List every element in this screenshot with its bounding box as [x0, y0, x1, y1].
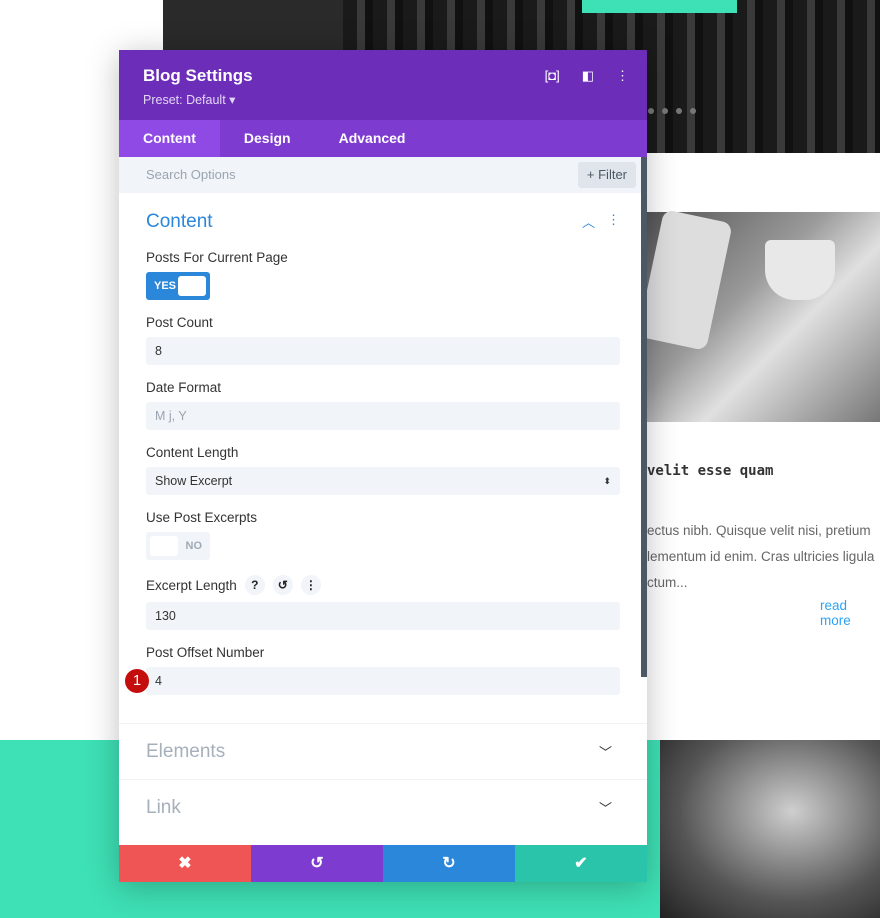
- field-label: Content Length: [146, 445, 239, 460]
- content-section: Content ︿ ⋮ Posts For Current Page YES Po…: [119, 193, 647, 695]
- hero-image-dark: [163, 0, 343, 50]
- tab-design[interactable]: Design: [220, 120, 315, 157]
- section-title[interactable]: Content: [146, 211, 213, 233]
- chevron-down-icon: ﹀: [598, 801, 612, 816]
- post-count-input[interactable]: 8: [146, 337, 620, 365]
- slider-dots[interactable]: [648, 108, 696, 114]
- tab-content[interactable]: Content: [119, 120, 220, 157]
- section-elements[interactable]: Elements ﹀: [119, 723, 647, 779]
- field-label: Excerpt Length: [146, 577, 237, 593]
- more-vertical-icon[interactable]: ⋮: [607, 212, 620, 231]
- date-format-input[interactable]: M j, Y: [146, 402, 620, 430]
- field-label: Posts For Current Page: [146, 250, 288, 265]
- field-label: Post Offset Number: [146, 645, 265, 660]
- hero-button[interactable]: [582, 0, 737, 13]
- field-label-row: Excerpt Length? ↺ ⋮: [146, 575, 620, 595]
- settings-panel: Blog Settings Preset: Default ▾ [◘] ◧ ⋮ …: [119, 50, 647, 882]
- cancel-button[interactable]: ✖: [119, 845, 251, 882]
- field-label: Use Post Excerpts: [146, 510, 258, 525]
- save-button[interactable]: ✔: [515, 845, 647, 882]
- section-title: Elements: [146, 740, 226, 762]
- select-arrows-icon: ⬍: [603, 476, 611, 486]
- content-length-select[interactable]: Show Excerpt ⬍: [146, 467, 620, 495]
- help-icon[interactable]: ?: [244, 575, 265, 595]
- section-title: Link: [146, 796, 181, 818]
- posts-for-current-page-toggle[interactable]: YES: [146, 272, 210, 300]
- post-excerpt: ectus nibh. Quisque velit nisi, pretium …: [647, 518, 880, 596]
- undo-button[interactable]: ↺: [251, 845, 383, 882]
- excerpt-line: lementum id enim. Cras ultricies ligula: [647, 549, 875, 564]
- use-post-excerpts-toggle[interactable]: NO: [146, 532, 210, 560]
- section-link[interactable]: Link ﹀: [119, 779, 647, 835]
- chevron-up-icon[interactable]: ︿: [582, 212, 595, 231]
- excerpt-line: ectus nibh. Quisque velit nisi, pretium: [647, 523, 871, 538]
- panel-header[interactable]: Blog Settings Preset: Default ▾ [◘] ◧ ⋮: [119, 50, 647, 120]
- select-value: Show Excerpt: [155, 474, 233, 488]
- sidebar-layout-icon[interactable]: ◧: [582, 68, 594, 84]
- input-value: 4: [155, 674, 162, 688]
- tab-advanced[interactable]: Advanced: [315, 120, 430, 157]
- toggle-label: YES: [154, 280, 177, 292]
- toggle-label: NO: [185, 540, 203, 552]
- field-label: Date Format: [146, 380, 222, 395]
- mug-image: [765, 240, 835, 300]
- section-image: [660, 740, 880, 918]
- filter-button[interactable]: + Filter: [577, 162, 636, 188]
- more-vertical-icon[interactable]: ⋮: [616, 68, 629, 84]
- scrollbar[interactable]: [641, 157, 647, 677]
- chevron-down-icon: ﹀: [598, 745, 612, 760]
- excerpt-line: ctum...: [647, 575, 688, 590]
- tabs: Content Design Advanced: [119, 120, 647, 157]
- post-title[interactable]: velit esse quam: [647, 463, 773, 479]
- preset-dropdown[interactable]: Preset: Default ▾: [143, 92, 623, 107]
- post-offset-input[interactable]: 14: [125, 667, 620, 695]
- step-badge: 1: [125, 669, 149, 693]
- reset-icon[interactable]: ↺: [272, 575, 293, 595]
- search-bar: Search Options + Filter: [119, 157, 647, 193]
- expand-icon[interactable]: [◘]: [545, 68, 560, 84]
- more-vertical-icon[interactable]: ⋮: [300, 575, 321, 595]
- panel-footer: ✖ ↺ ↻ ✔: [119, 845, 647, 882]
- excerpt-length-input[interactable]: 130: [146, 602, 620, 630]
- redo-button[interactable]: ↻: [383, 845, 515, 882]
- search-input[interactable]: Search Options: [146, 167, 236, 182]
- read-more-link[interactable]: read more: [820, 598, 880, 628]
- field-label: Post Count: [146, 315, 213, 330]
